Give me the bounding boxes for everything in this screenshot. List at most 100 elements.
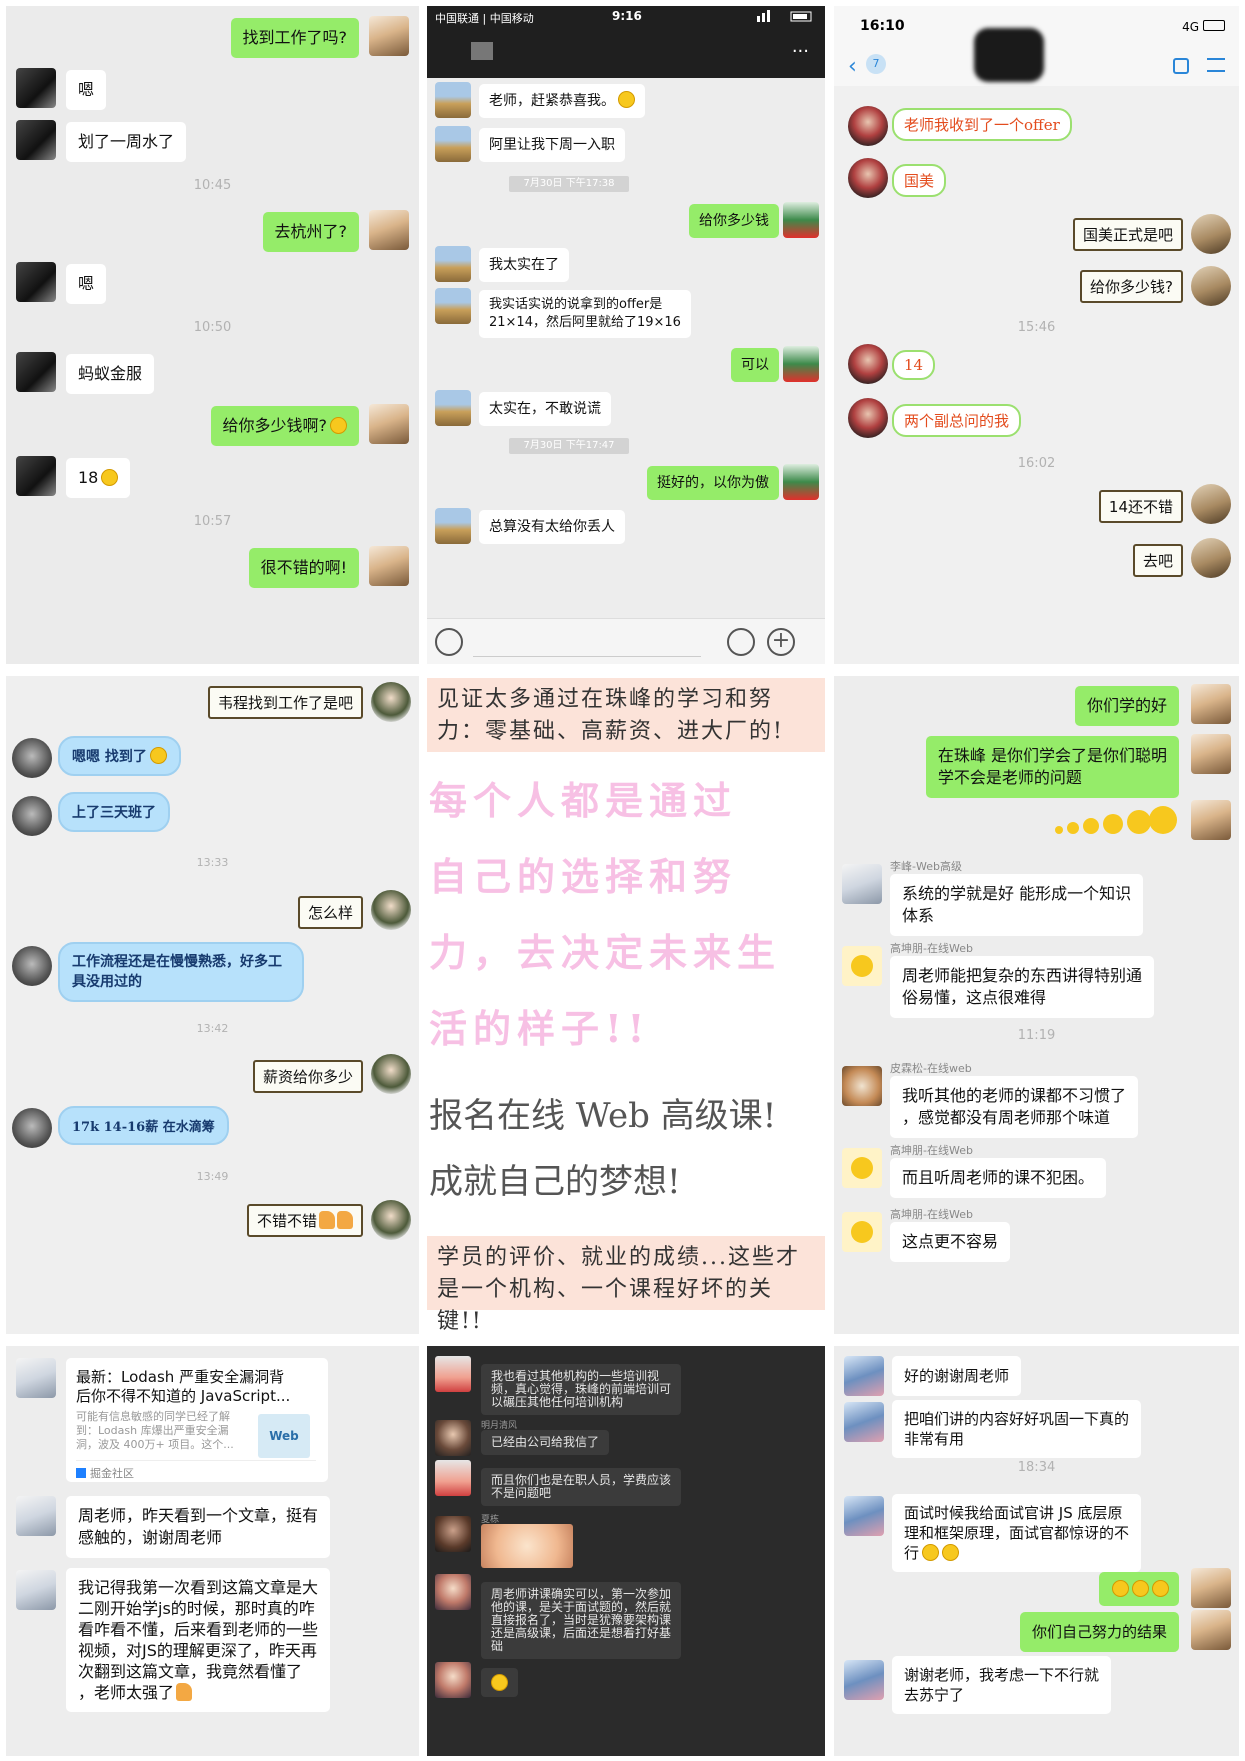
avatar[interactable]	[16, 352, 56, 392]
message-bubble: 薪资给你多少	[252, 1060, 363, 1093]
avatar[interactable]	[435, 1356, 471, 1392]
plus-icon[interactable]: +	[767, 628, 795, 656]
avatar[interactable]	[842, 1212, 882, 1252]
avatar[interactable]	[848, 398, 888, 438]
pink-slogan-line: 自己的选择和努	[429, 854, 738, 899]
avatar[interactable]	[12, 1108, 52, 1148]
avatar[interactable]	[435, 1420, 471, 1456]
timestamp: 10:57	[193, 514, 232, 529]
avatar[interactable]	[1191, 800, 1231, 840]
avatar[interactable]	[16, 120, 56, 160]
avatar[interactable]	[848, 344, 888, 384]
message-bubble: 我也看过其他机构的一些培训视 频，真心觉得，珠峰的前端培训可 以碾压其他任何培训…	[481, 1364, 682, 1415]
message-bubble: 我实话实说的说拿到的offer是 21×14，然后阿里就给了19×16	[479, 290, 691, 338]
avatar[interactable]	[12, 946, 52, 986]
avatar[interactable]	[12, 796, 52, 836]
enroll-slogan: 报名在线 Web 高级课!	[429, 1096, 777, 1136]
avatar[interactable]	[16, 456, 56, 496]
message-bubble: 这点更不容易	[890, 1222, 1011, 1262]
clock: 16:10	[860, 18, 905, 34]
message-bubble: 谢谢老师，我考虑一下不行就 去苏宁了	[892, 1656, 1112, 1714]
card-description: 可能有信息敏感的同学已经了解 到：Lodash 库爆出严重安全漏 洞，波及 40…	[76, 1410, 234, 1451]
avatar[interactable]	[16, 1358, 56, 1398]
avatar[interactable]	[369, 404, 409, 444]
avatar[interactable]	[435, 126, 471, 162]
avatar[interactable]	[1191, 684, 1231, 724]
avatar[interactable]	[371, 682, 411, 722]
message-bubble: 嗯	[66, 264, 107, 304]
avatar[interactable]	[435, 1516, 471, 1552]
avatar[interactable]	[842, 1148, 882, 1188]
avatar[interactable]	[844, 1496, 884, 1536]
avatar[interactable]	[848, 106, 888, 146]
avatar[interactable]	[435, 82, 471, 118]
message-bubble: 太实在，不敢说谎	[479, 392, 611, 426]
chat-panel-6: 你们学的好 在珠峰 是你们学会了是你们聪明 学不会是老师的问题 李峰-Web高级…	[834, 676, 1239, 1334]
avatar[interactable]	[435, 246, 471, 282]
avatar[interactable]	[371, 890, 411, 930]
message-bubble: 嗯嗯 找到了	[58, 736, 181, 776]
back-icon[interactable]: ‹	[848, 54, 857, 79]
blurred-title	[974, 28, 1044, 82]
promo-footer: 学员的评价、就业的成绩...这些才是一个机构、一个课程好坏的关键!!	[427, 1236, 825, 1334]
avatar[interactable]	[435, 1662, 471, 1698]
avatar[interactable]	[1191, 266, 1231, 306]
laughing-emoji-trail-icon	[1039, 804, 1179, 836]
avatar[interactable]	[783, 346, 819, 382]
avatar[interactable]	[369, 16, 409, 56]
avatar[interactable]	[1191, 214, 1231, 254]
sender-name: 李峰-Web高级	[890, 860, 962, 873]
card-title: 最新：Lodash 严重安全漏洞背 后你不得不知道的 JavaScript...	[76, 1368, 291, 1405]
voice-icon[interactable]	[435, 628, 463, 656]
avatar[interactable]	[1191, 734, 1231, 774]
grin-emoji-icon	[1132, 1580, 1149, 1597]
message-bubble: 划了一周水了	[66, 122, 187, 162]
avatar[interactable]	[16, 1496, 56, 1536]
avatar[interactable]	[371, 1200, 411, 1240]
avatar[interactable]	[16, 262, 56, 302]
avatar[interactable]	[1191, 538, 1231, 578]
avatar[interactable]	[435, 508, 471, 544]
avatar[interactable]	[369, 210, 409, 250]
avatar[interactable]	[842, 946, 882, 986]
avatar[interactable]	[1191, 484, 1231, 524]
avatar[interactable]	[844, 1660, 884, 1700]
avatar[interactable]	[369, 546, 409, 586]
message-bubble: 而且你们也是在职人员，学费应该 不是问题吧	[481, 1468, 682, 1506]
avatar[interactable]	[783, 464, 819, 500]
avatar[interactable]	[844, 1356, 884, 1396]
avatar[interactable]	[371, 1054, 411, 1094]
message-bubble: 老师我收到了一个offer	[892, 108, 1072, 141]
chat-panel-8: 我也看过其他机构的一些培训视 频，真心觉得，珠峰的前端培训可 以碾压其他任何培训…	[427, 1346, 825, 1756]
message-input[interactable]	[473, 627, 701, 657]
avatar[interactable]	[435, 1460, 471, 1496]
emoji-icon[interactable]	[727, 628, 755, 656]
avatar[interactable]	[435, 1574, 471, 1610]
blurred-title	[471, 42, 493, 60]
avatar[interactable]	[1191, 1568, 1231, 1608]
network-label: 4G	[1182, 20, 1199, 34]
article-link-card[interactable]: 最新：Lodash 严重安全漏洞背 后你不得不知道的 JavaScript...…	[66, 1358, 328, 1482]
avatar[interactable]	[842, 1066, 882, 1106]
source-label: 掘金社区	[90, 1467, 134, 1480]
unread-badge[interactable]: 7	[866, 54, 886, 74]
status-header: 16:10 4G ‹ 7	[834, 6, 1239, 86]
avatar[interactable]	[842, 864, 882, 904]
grin-emoji-icon	[942, 1544, 960, 1561]
avatar[interactable]	[844, 1402, 884, 1442]
avatar[interactable]	[783, 202, 819, 238]
avatar[interactable]	[12, 738, 52, 778]
phone-icon[interactable]	[1173, 58, 1189, 74]
menu-icon[interactable]	[1207, 58, 1225, 72]
message-bubble: 14还不错	[1098, 490, 1183, 523]
message-bubble	[1099, 1572, 1179, 1606]
avatar[interactable]	[1191, 1610, 1231, 1650]
avatar[interactable]	[16, 1570, 56, 1610]
avatar[interactable]	[435, 390, 471, 426]
avatar[interactable]	[435, 288, 471, 324]
clock: 9:16	[612, 9, 642, 23]
avatar[interactable]	[16, 68, 56, 108]
more-button[interactable]: ...	[792, 36, 809, 57]
avatar[interactable]	[848, 158, 888, 198]
message-bubble: 在珠峰 是你们学会了是你们聪明 学不会是老师的问题	[925, 736, 1179, 798]
